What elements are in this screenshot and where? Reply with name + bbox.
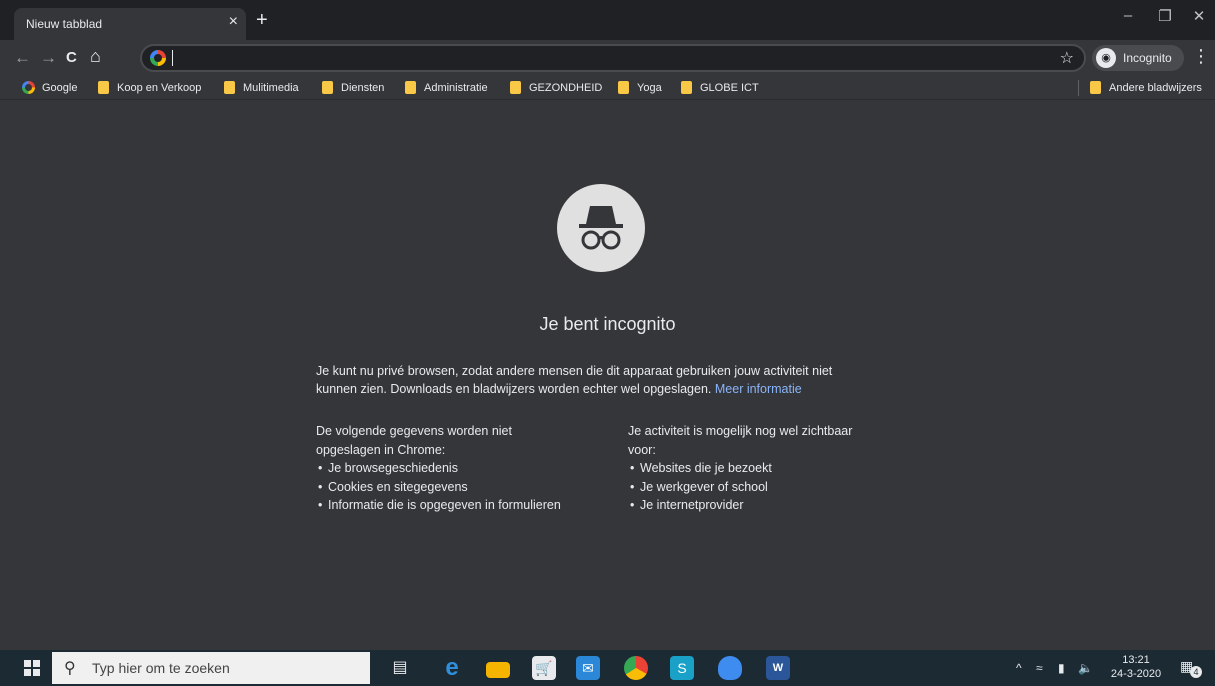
clock-time: 13:21 — [1122, 654, 1150, 666]
taskbar: ⚲ Typ hier om te zoeken ▤ e 🛒 ✉ S W ^ ≈ … — [0, 650, 1215, 686]
word-icon[interactable]: W — [766, 656, 790, 680]
bookmark-label: Administratie — [424, 81, 488, 94]
search-icon: ⚲ — [64, 660, 76, 677]
menu-icon[interactable]: ⋮ — [1192, 46, 1210, 67]
notification-icon[interactable]: ▦ 4 — [1180, 658, 1202, 678]
star-icon[interactable]: ☆ — [1060, 48, 1074, 68]
bookmark-koop-en-verkoop[interactable]: Koop en Verkoop — [98, 81, 201, 94]
task-view-icon[interactable]: ▤ — [388, 656, 412, 680]
windows-start-icon[interactable] — [24, 660, 40, 676]
minimize-icon[interactable]: – — [1113, 7, 1143, 24]
bookmark-label: GLOBE ICT — [700, 81, 759, 94]
tab-strip: Nieuw tabblad × + – ❐ ✕ — [0, 0, 1215, 40]
tab-title: Nieuw tabblad — [26, 17, 103, 31]
tab-new-tab[interactable]: Nieuw tabblad × — [14, 8, 246, 40]
file-explorer-icon[interactable] — [486, 662, 510, 678]
learn-more-link[interactable]: Meer informatie — [715, 382, 802, 396]
folder-icon — [405, 81, 416, 94]
google-icon — [150, 50, 166, 66]
list-item: Informatie die is opgegeven in formulier… — [316, 496, 561, 515]
folder-icon — [224, 81, 235, 94]
wifi-icon[interactable]: ≈ — [1036, 661, 1043, 675]
search-placeholder: Typ hier om te zoeken — [92, 660, 230, 676]
not-saved-title-1: De volgende gegevens worden niet — [316, 424, 512, 438]
list-item: Je browsegeschiedenis — [316, 459, 561, 478]
toolbar: ← → C ⌂ ☆ ◉ Incognito ⋮ — [0, 40, 1215, 76]
bookmark-label: Mulitimedia — [243, 81, 299, 94]
list-item: Websites die je bezoekt — [628, 459, 852, 478]
incognito-button[interactable]: ◉ Incognito — [1092, 45, 1184, 71]
store-icon[interactable]: 🛒 — [532, 656, 556, 680]
bookmark-administratie[interactable]: Administratie — [405, 81, 488, 94]
not-saved-title-2: opgeslagen in Chrome: — [316, 442, 446, 457]
list-item: Je internetprovider — [628, 496, 852, 515]
folder-icon — [510, 81, 521, 94]
folder-icon — [681, 81, 692, 94]
close-icon[interactable]: × — [229, 13, 238, 31]
vpn-shield-icon[interactable] — [718, 656, 742, 680]
restore-icon[interactable]: ❐ — [1150, 7, 1180, 25]
incognito-page: Je bent incognito Je kunt nu privé brows… — [0, 100, 1215, 650]
bookmark-label: GEZONDHEID — [529, 81, 603, 94]
list-item: Cookies en sitegegevens — [316, 478, 561, 497]
bookmark-label: Diensten — [341, 81, 385, 94]
notification-count: 4 — [1190, 666, 1202, 678]
not-saved-list: De volgende gegevens worden niet opgesla… — [316, 422, 561, 515]
chrome-icon[interactable] — [624, 656, 648, 680]
new-tab-button[interactable]: + — [256, 9, 268, 32]
still-visible-title-1: Je activiteit is mogelijk nog wel zichtb… — [628, 424, 853, 438]
system-clock[interactable]: 13:21 24-3-2020 — [1106, 653, 1166, 681]
surfshark-icon[interactable]: S — [670, 656, 694, 680]
incognito-spy-icon — [557, 184, 645, 272]
bookmark-other[interactable]: Andere bladwijzers — [1090, 81, 1202, 94]
bookmark-diensten[interactable]: Diensten — [322, 81, 384, 94]
folder-icon — [322, 81, 333, 94]
intro-line-2: kunnen zien. Downloads en bladwijzers wo… — [316, 382, 712, 396]
bookmarks-separator — [1078, 80, 1079, 96]
text-caret — [172, 50, 173, 66]
close-window-icon[interactable]: ✕ — [1184, 7, 1214, 25]
taskbar-search[interactable]: ⚲ Typ hier om te zoeken — [52, 652, 370, 684]
bookmark-yoga[interactable]: Yoga — [618, 81, 662, 94]
bookmark-label: Koop en Verkoop — [117, 81, 202, 94]
bookmark-gezondheid[interactable]: GEZONDHEID — [510, 81, 602, 94]
edge-icon[interactable]: e — [440, 656, 464, 680]
bookmark-mulitimedia[interactable]: Mulitimedia — [224, 81, 299, 94]
bookmark-globe-ict[interactable]: GLOBE ICT — [681, 81, 759, 94]
incognito-label: Incognito — [1123, 51, 1172, 65]
intro-line-1: Je kunt nu privé browsen, zodat andere m… — [316, 364, 833, 378]
bookmark-google[interactable]: Google — [22, 81, 77, 94]
bookmark-label: Andere bladwijzers — [1109, 81, 1202, 94]
still-visible-title-2: voor: — [628, 442, 656, 457]
folder-icon — [1090, 81, 1101, 94]
reload-icon[interactable]: C — [66, 49, 77, 66]
google-icon — [22, 81, 35, 94]
chevron-up-icon[interactable]: ^ — [1016, 661, 1022, 675]
bookmark-label: Google — [42, 81, 78, 94]
list-item: Je werkgever of school — [628, 478, 852, 497]
page-title: Je bent incognito — [539, 314, 676, 334]
home-icon[interactable]: ⌂ — [90, 46, 101, 67]
bookmarks-bar: Google Koop en Verkoop Mulitimedia Diens… — [0, 76, 1215, 100]
bookmark-label: Yoga — [637, 81, 662, 94]
incognito-icon: ◉ — [1096, 48, 1116, 68]
address-bar[interactable]: ☆ — [140, 44, 1086, 72]
mail-icon[interactable]: ✉ — [576, 656, 600, 680]
folder-icon — [618, 81, 629, 94]
forward-icon[interactable]: → — [40, 48, 57, 68]
clock-date: 24-3-2020 — [1110, 668, 1162, 680]
battery-icon[interactable]: ▮ — [1058, 661, 1065, 675]
folder-icon — [98, 81, 109, 94]
volume-icon[interactable]: 🔈 — [1078, 661, 1093, 675]
back-icon[interactable]: ← — [14, 48, 31, 68]
still-visible-list: Je activiteit is mogelijk nog wel zichtb… — [628, 422, 852, 515]
intro-text: Je kunt nu privé browsen, zodat andere m… — [316, 362, 901, 398]
